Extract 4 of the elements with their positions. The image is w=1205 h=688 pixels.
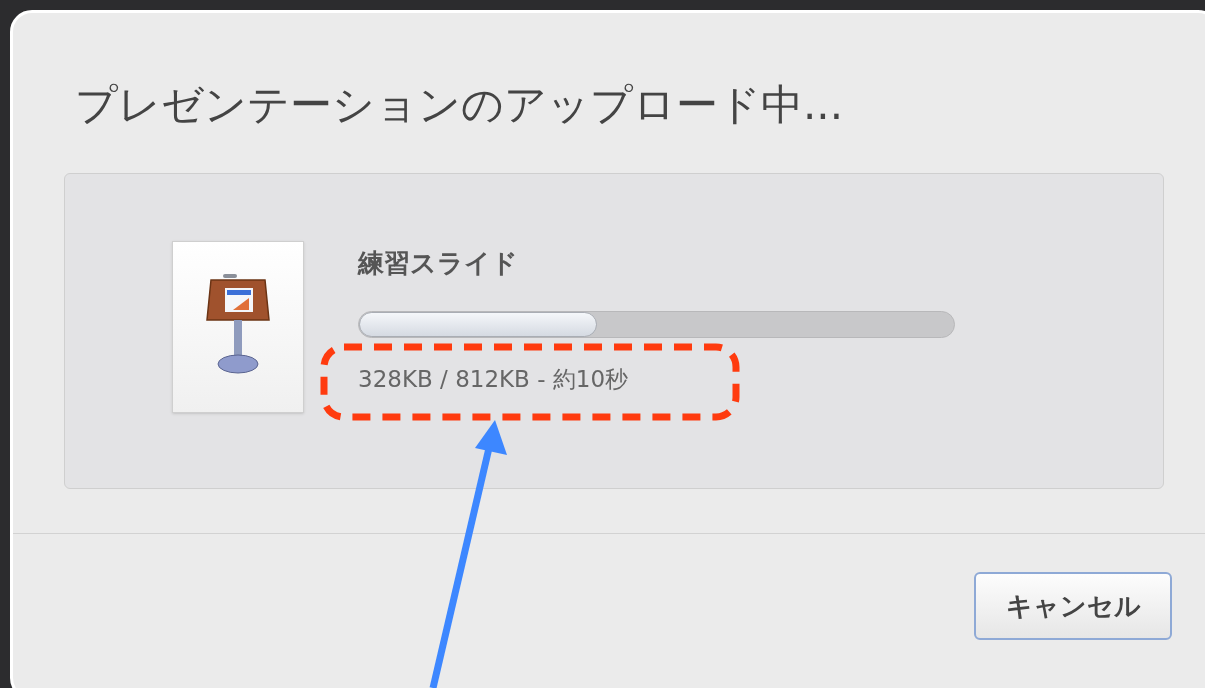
cancel-button[interactable]: キャンセル	[974, 572, 1172, 640]
upload-status: 328KB / 812KB - 約10秒	[358, 365, 630, 394]
dialog-title: プレゼンテーションのアップロード中...	[74, 79, 845, 131]
file-name: 練習スライド	[358, 247, 519, 280]
